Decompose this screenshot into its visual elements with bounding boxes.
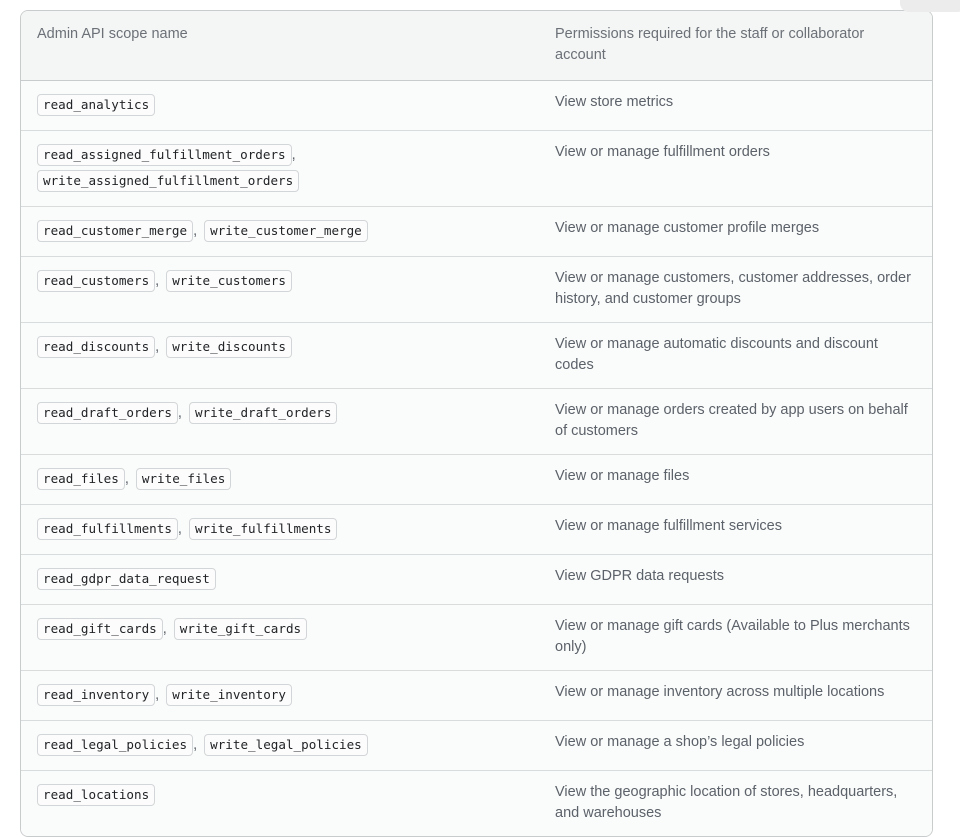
scope-name-cell: read_inventory, write_inventory <box>21 671 539 721</box>
scope-chip: read_legal_policies <box>37 734 193 756</box>
scope-chip-group: read_inventory, write_inventory <box>37 682 523 708</box>
scope-chip-group: read_assigned_fulfillment_orders, write_… <box>37 142 523 194</box>
scope-name-cell: read_files, write_files <box>21 455 539 505</box>
scope-name-cell: read_gift_cards, write_gift_cards <box>21 605 539 671</box>
scope-chip: read_files <box>37 468 125 490</box>
column-header-scope-name: Admin API scope name <box>21 11 539 81</box>
scope-separator: , <box>155 339 159 355</box>
scope-separator: , <box>178 405 182 421</box>
permission-description-cell: View or manage fulfillment orders <box>539 131 932 207</box>
permission-description-cell: View or manage gift cards (Available to … <box>539 605 932 671</box>
scope-separator: , <box>193 223 197 239</box>
scope-chip: read_analytics <box>37 94 155 116</box>
column-header-permissions: Permissions required for the staff or co… <box>539 11 932 81</box>
scope-name-cell: read_draft_orders, write_draft_orders <box>21 389 539 455</box>
admin-api-scopes-table-container: Admin API scope name Permissions require… <box>20 10 931 837</box>
scope-chip: read_customers <box>37 270 155 292</box>
scope-separator: , <box>155 687 159 703</box>
scope-chip-group: read_draft_orders, write_draft_orders <box>37 400 523 426</box>
permission-description-cell: View or manage files <box>539 455 932 505</box>
scope-name-cell: read_analytics <box>21 81 539 131</box>
permission-description-cell: View or manage inventory across multiple… <box>539 671 932 721</box>
scope-chip: write_discounts <box>166 336 292 358</box>
scope-chip: write_assigned_fulfillment_orders <box>37 170 299 192</box>
permission-description-cell: View the geographic location of stores, … <box>539 771 932 836</box>
scope-chip: write_draft_orders <box>189 402 337 424</box>
scope-chip: write_files <box>136 468 231 490</box>
scope-name-cell: read_customers, write_customers <box>21 257 539 323</box>
scope-chip-group: read_customers, write_customers <box>37 268 523 294</box>
table-header: Admin API scope name Permissions require… <box>21 11 932 81</box>
permission-description-cell: View or manage automatic discounts and d… <box>539 323 932 389</box>
scope-chip: read_draft_orders <box>37 402 178 424</box>
scope-chip: read_fulfillments <box>37 518 178 540</box>
permission-description-cell: View GDPR data requests <box>539 555 932 605</box>
table-row: read_assigned_fulfillment_orders, write_… <box>21 131 932 207</box>
scope-chip-group: read_gdpr_data_request <box>37 566 523 592</box>
scope-chip-group: read_discounts, write_discounts <box>37 334 523 360</box>
permission-description-cell: View or manage customers, customer addre… <box>539 257 932 323</box>
scope-chip-group: read_fulfillments, write_fulfillments <box>37 516 523 542</box>
scope-chip: write_fulfillments <box>189 518 337 540</box>
scope-name-cell: read_assigned_fulfillment_orders, write_… <box>21 131 539 207</box>
scope-separator: , <box>163 621 167 637</box>
table-header-row: Admin API scope name Permissions require… <box>21 11 932 81</box>
scope-separator: , <box>125 471 129 487</box>
table-row: read_analytics View store metrics <box>21 81 932 131</box>
permission-description-cell: View or manage customer profile merges <box>539 207 932 257</box>
scope-name-cell: read_legal_policies, write_legal_policie… <box>21 721 539 771</box>
scope-name-cell: read_customer_merge, write_customer_merg… <box>21 207 539 257</box>
scope-name-cell: read_fulfillments, write_fulfillments <box>21 505 539 555</box>
scope-chip-group: read_locations <box>37 782 523 808</box>
table-row: read_locations View the geographic locati… <box>21 771 932 836</box>
permission-description-cell: View or manage fulfillment services <box>539 505 932 555</box>
scope-chip: read_assigned_fulfillment_orders <box>37 144 292 166</box>
table-row: read_legal_policies, write_legal_policie… <box>21 721 932 771</box>
scope-name-cell: read_gdpr_data_request <box>21 555 539 605</box>
scope-chip-group: read_files, write_files <box>37 466 523 492</box>
table-row: read_discounts, write_discounts View or m… <box>21 323 932 389</box>
scope-separator: , <box>178 521 182 537</box>
scope-chip-group: read_legal_policies, write_legal_policie… <box>37 732 523 758</box>
permission-description-cell: View or manage a shop’s legal policies <box>539 721 932 771</box>
table-row: read_customer_merge, write_customer_merg… <box>21 207 932 257</box>
scope-chip: read_discounts <box>37 336 155 358</box>
scope-chip: write_customer_merge <box>204 220 368 242</box>
table-row: read_gdpr_data_request View GDPR data req… <box>21 555 932 605</box>
scope-chip: read_customer_merge <box>37 220 193 242</box>
table-row: read_inventory, write_inventory View or m… <box>21 671 932 721</box>
scope-chip-group: read_gift_cards, write_gift_cards <box>37 616 523 642</box>
clipped-floating-element <box>900 0 960 12</box>
scope-chip: read_inventory <box>37 684 155 706</box>
table-row: read_gift_cards, write_gift_cards View or… <box>21 605 932 671</box>
scope-chip: write_gift_cards <box>174 618 307 640</box>
scope-chip: write_legal_policies <box>204 734 368 756</box>
table-row: read_customers, write_customers View or m… <box>21 257 932 323</box>
scope-chip: read_gift_cards <box>37 618 163 640</box>
scope-chip: read_locations <box>37 784 155 806</box>
scope-separator: , <box>193 737 197 753</box>
table-row: read_draft_orders, write_draft_orders Vie… <box>21 389 932 455</box>
permission-description-cell: View or manage orders created by app use… <box>539 389 932 455</box>
scope-chip: write_inventory <box>166 684 292 706</box>
scope-chip-group: read_analytics <box>37 92 523 118</box>
scope-name-cell: read_discounts, write_discounts <box>21 323 539 389</box>
scope-chip-group: read_customer_merge, write_customer_merg… <box>37 218 523 244</box>
scope-chip: write_customers <box>166 270 292 292</box>
table-row: read_fulfillments, write_fulfillments Vie… <box>21 505 932 555</box>
table-row: read_files, write_files View or manage fi… <box>21 455 932 505</box>
scope-separator: , <box>292 147 296 163</box>
table-body: read_analytics View store metrics read_ass… <box>21 81 932 836</box>
scope-separator: , <box>155 273 159 289</box>
scope-name-cell: read_locations <box>21 771 539 836</box>
admin-api-scopes-table: Admin API scope name Permissions require… <box>20 10 933 837</box>
permission-description-cell: View store metrics <box>539 81 932 131</box>
scope-chip: read_gdpr_data_request <box>37 568 216 590</box>
